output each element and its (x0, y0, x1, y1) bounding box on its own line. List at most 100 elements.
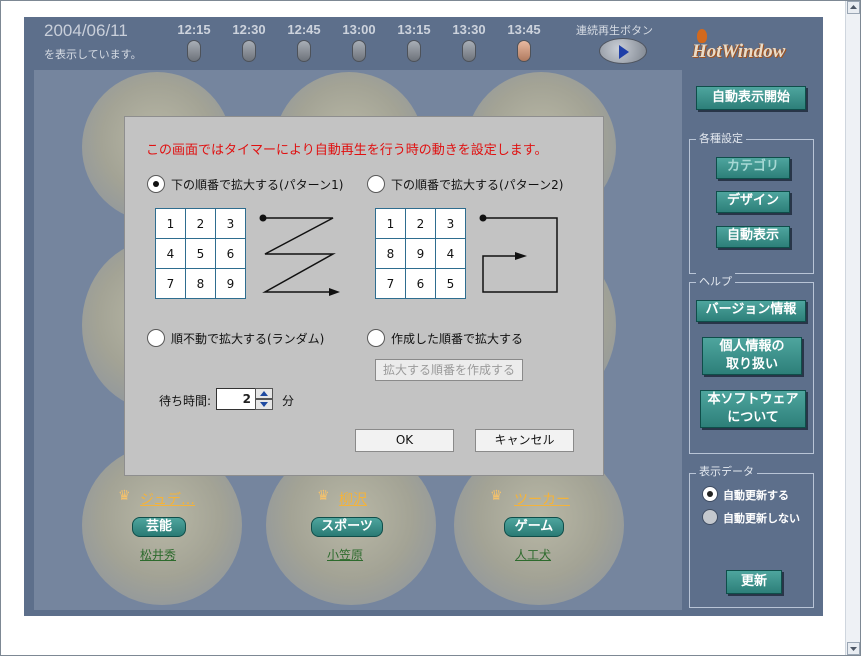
about-button-line2: について (727, 410, 779, 425)
radio-unselected (367, 329, 385, 347)
item-title-link[interactable]: ツーカー (514, 489, 570, 509)
crown-icon: ♛ (118, 488, 131, 504)
spiral-path-icon (479, 214, 558, 293)
refresh-button[interactable]: 更新 (726, 570, 782, 594)
play-icon (619, 45, 629, 59)
scroll-down-arrow-icon[interactable] (847, 642, 860, 655)
design-settings-button[interactable]: デザイン (716, 191, 790, 213)
time-slot-label: 12:15 (177, 22, 211, 37)
wait-time-input[interactable]: 2 (216, 388, 256, 410)
about-button-line1: 本ソフトウェア (707, 392, 799, 407)
time-slot-indicator (352, 40, 366, 62)
time-slot-label: 13:00 (342, 22, 376, 37)
privacy-button-line2: 取り扱い (725, 357, 778, 372)
vertical-scrollbar[interactable] (845, 1, 860, 655)
time-slot-label: 12:30 (232, 22, 266, 37)
create-order-button[interactable]: 拡大する順番を作成する (375, 359, 523, 381)
custom-order-option[interactable]: 作成した順番で拡大する (367, 329, 523, 347)
grid-cell: 2 (405, 208, 436, 239)
cancel-button[interactable]: キャンセル (475, 429, 574, 452)
crown-icon: ♛ (317, 488, 330, 504)
wait-time-label: 待ち時間: (159, 394, 212, 408)
person-link[interactable]: 松井秀 (140, 546, 176, 563)
time-slot-label: 13:15 (397, 22, 431, 37)
pattern1-label: 下の順番で拡大する(パターン1) (171, 177, 344, 192)
time-slot-label: 13:45 (507, 22, 541, 37)
time-slot-indicator (187, 40, 201, 62)
help-group-label: ヘルプ (696, 273, 735, 289)
grid-cell: 4 (435, 238, 466, 269)
wait-time-stepper[interactable]: 2 (216, 388, 276, 410)
wait-time-unit: 分 (282, 394, 295, 408)
radio-selected (147, 175, 165, 193)
display-data-group-label: 表示データ (696, 463, 757, 479)
grid-cell: 9 (215, 268, 246, 299)
person-link[interactable]: 人工犬 (515, 546, 551, 563)
grid-cell: 6 (215, 238, 246, 269)
pattern1-grid: 1 2 3 4 5 6 7 8 9 (155, 208, 246, 299)
time-slot-indicator (462, 40, 476, 62)
grid-cell: 4 (155, 238, 186, 269)
grid-cell: 1 (155, 208, 186, 239)
time-slot-1300[interactable]: 13:00 (334, 22, 384, 62)
grid-cell: 5 (185, 238, 216, 269)
category-button[interactable]: ゲーム (504, 517, 564, 537)
auto-display-settings-button[interactable]: 自動表示 (716, 226, 790, 248)
version-info-button[interactable]: バージョン情報 (696, 300, 806, 322)
pattern2-option[interactable]: 下の順番で拡大する(パターン2) (367, 175, 563, 193)
no-auto-update-radio[interactable] (702, 509, 718, 525)
date-caption: を表示しています。 (44, 48, 142, 61)
grid-cell: 7 (155, 268, 186, 299)
grid-cell: 2 (185, 208, 216, 239)
settings-group-label: 各種設定 (696, 130, 746, 146)
crown-icon: ♛ (490, 488, 503, 504)
time-slot-1345[interactable]: 13:45 (499, 22, 549, 62)
time-slot-1215[interactable]: 12:15 (169, 22, 219, 62)
item-title-link[interactable]: ジュデ… (140, 489, 195, 509)
spin-up-arrow-icon[interactable] (255, 388, 273, 399)
grid-cell: 8 (185, 268, 216, 299)
category-button[interactable]: スポーツ (311, 517, 383, 537)
item-title-link[interactable]: 柳沢 (339, 489, 367, 509)
privacy-button[interactable]: 個人情報の 取り扱い (702, 337, 802, 375)
category-settings-button[interactable]: カテゴリ (716, 157, 790, 179)
pattern2-grid: 1 2 3 8 9 4 7 6 5 (375, 208, 466, 299)
time-slot-indicator (242, 40, 256, 62)
time-slot-1330[interactable]: 13:30 (444, 22, 494, 62)
grid-cell: 3 (435, 208, 466, 239)
auto-display-start-button[interactable]: 自動表示開始 (696, 86, 806, 110)
person-link[interactable]: 小笠原 (327, 546, 363, 563)
grid-cell: 5 (435, 268, 466, 299)
category-button[interactable]: 芸能 (132, 517, 186, 537)
auto-play-settings-dialog: この画面ではタイマーにより自動再生を行う時の動きを設定します。 下の順番で拡大す… (124, 116, 604, 476)
time-slot-1245[interactable]: 12:45 (279, 22, 329, 62)
time-slot-label: 13:30 (452, 22, 486, 37)
time-slot-1230[interactable]: 12:30 (224, 22, 274, 62)
auto-update-radio[interactable] (702, 486, 718, 502)
ok-button[interactable]: OK (355, 429, 454, 452)
time-slot-1315[interactable]: 13:15 (389, 22, 439, 62)
scroll-up-arrow-icon[interactable] (847, 1, 860, 14)
play-label: 連続再生ボタン (576, 24, 653, 37)
time-slot-indicator (297, 40, 311, 62)
random-option[interactable]: 順不動で拡大する(ランダム) (147, 329, 324, 347)
time-slot-indicator-active (517, 40, 531, 62)
time-slot-label: 12:45 (287, 22, 321, 37)
grid-cell: 3 (215, 208, 246, 239)
custom-order-label: 作成した順番で拡大する (391, 331, 524, 346)
spin-down-arrow-icon[interactable] (255, 399, 273, 410)
continuous-play-button[interactable] (599, 38, 647, 64)
pattern2-label: 下の順番で拡大する(パターン2) (391, 177, 564, 192)
hotwindow-logo: HotWindow (692, 41, 786, 62)
about-software-button[interactable]: 本ソフトウェア について (700, 390, 806, 428)
random-label: 順不動で拡大する(ランダム) (171, 331, 325, 346)
auto-update-label: 自動更新する (723, 489, 789, 502)
pattern1-option[interactable]: 下の順番で拡大する(パターン1) (147, 175, 343, 193)
grid-cell: 6 (405, 268, 436, 299)
no-auto-update-label: 自動更新しない (723, 512, 800, 525)
radio-unselected (367, 175, 385, 193)
time-slot-indicator (407, 40, 421, 62)
grid-cell: 7 (375, 268, 406, 299)
grid-cell: 8 (375, 238, 406, 269)
privacy-button-line1: 個人情報の (719, 339, 785, 354)
